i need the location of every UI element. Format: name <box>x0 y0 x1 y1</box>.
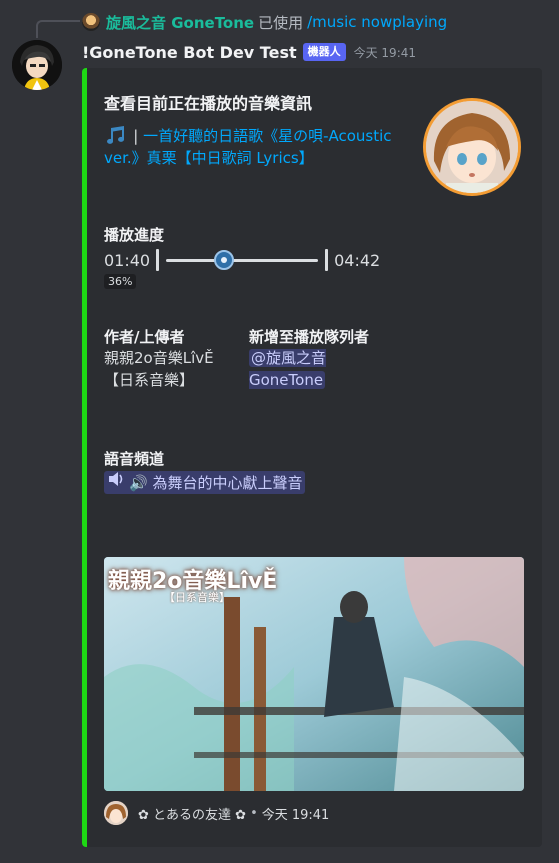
progress-total-time: 04:42 <box>334 250 381 270</box>
progress-knob <box>213 250 234 270</box>
progress-row: 01:40 04:42 <box>104 248 380 272</box>
music-notes-icon <box>104 126 131 145</box>
now-playing-embed: 查看目前正在播放的音樂資訊 | 一首好聽的日語歌《星の唄-Acoustic ve… <box>82 68 542 847</box>
description-separator: | <box>133 127 144 145</box>
progress-percent: 36% <box>104 274 137 289</box>
song-link[interactable]: 一首好聽的日語歌《星の唄-Acoustic ver.》真栗【中日歌詞 Lyric… <box>104 127 392 167</box>
author-label: 作者/上傳者 <box>104 328 185 346</box>
song-cover-image[interactable]: 親親2o音樂LîvĚ 【日系音樂】 <box>104 557 524 791</box>
author-value: 親親2o音樂LîvĚ【日系音樂】 <box>104 349 214 389</box>
progress-end-cap <box>325 249 329 271</box>
embed-footer: ✿ とあるの友達 ✿ • 今天 19:41 <box>104 801 329 825</box>
footer-separator: • <box>250 805 258 821</box>
queued-by-label: 新增至播放隊列者 <box>249 328 370 346</box>
voice-channel-field: 語音頻道 🔊 為舞台的中心獻上聲音 <box>104 448 306 494</box>
speaker-icon <box>107 471 125 494</box>
reply-username[interactable]: 旋風之音 GoneTone <box>106 12 254 33</box>
reply-used-text: 已使用 <box>258 13 304 32</box>
embed-title: 查看目前正在播放的音樂資訊 <box>104 94 313 113</box>
reply-reference[interactable]: 旋風之音 GoneTone 已使用 /music nowplaying <box>82 12 447 32</box>
bot-badge: 機器人 <box>302 43 346 61</box>
progress-start-cap <box>156 249 160 271</box>
cover-overlay-subtitle: 【日系音樂】 <box>164 591 230 604</box>
bot-avatar[interactable] <box>12 40 62 90</box>
voice-channel-name: 🔊 為舞台的中心獻上聲音 <box>129 473 303 492</box>
song-thumbnail[interactable] <box>423 98 521 196</box>
footer-timestamp: 今天 19:41 <box>261 807 330 823</box>
bot-username[interactable]: !GoneTone Bot Dev Test <box>82 43 297 62</box>
voice-channel-label: 語音頻道 <box>104 450 165 468</box>
message-timestamp[interactable]: 今天 19:41 <box>354 44 416 61</box>
message-header: !GoneTone Bot Dev Test 機器人 今天 19:41 <box>82 40 416 64</box>
reply-command[interactable]: /music nowplaying <box>307 13 447 31</box>
voice-channel-mention[interactable]: 🔊 為舞台的中心獻上聲音 <box>104 471 306 494</box>
reply-avatar[interactable] <box>82 13 100 31</box>
author-field: 作者/上傳者 親親2o音樂LîvĚ【日系音樂】 <box>104 326 234 391</box>
queued-by-mention[interactable]: @旋風之音 GoneTone <box>249 349 327 389</box>
progress-track <box>166 259 319 262</box>
progress-current-time: 01:40 <box>104 250 151 270</box>
footer-text: ✿ とあるの友達 ✿ <box>138 807 247 823</box>
progress-label: 播放進度 <box>104 226 165 244</box>
embed-description: | 一首好聽的日語歌《星の唄-Acoustic ver.》真栗【中日歌詞 Lyr… <box>104 125 404 169</box>
progress-bar <box>156 248 329 272</box>
footer-avatar <box>104 801 128 825</box>
reply-connector <box>36 20 80 38</box>
queued-by-field: 新增至播放隊列者 @旋風之音 GoneTone <box>249 326 389 391</box>
